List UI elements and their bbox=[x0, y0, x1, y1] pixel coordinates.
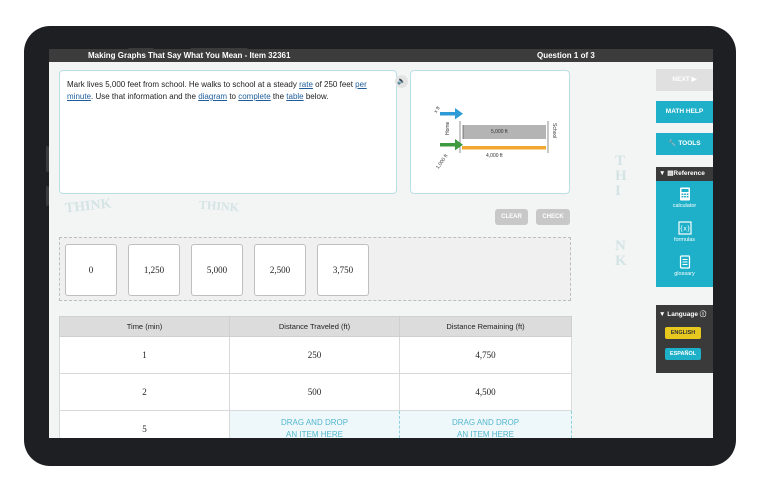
green-arrow-head bbox=[455, 139, 463, 151]
table-cell: 4,750 bbox=[399, 336, 572, 374]
table-cell: 4,500 bbox=[399, 373, 572, 411]
home-label: Home bbox=[445, 121, 451, 135]
table-row: 5 DRAG AND DROP AN ITEM HERE DRAG AND DRO… bbox=[59, 410, 572, 438]
table-cell: 250 bbox=[229, 336, 400, 374]
calculator-label: calculator bbox=[672, 203, 697, 209]
question-counter: Question 1 of 3 bbox=[537, 51, 595, 60]
diagram-panel: 5,000 ft 4,000 ft Home School x ft 1,000… bbox=[410, 70, 570, 194]
reference-panel: ▼ ▤Reference calculator {x} formulas glo… bbox=[656, 167, 713, 287]
sidebar: NEXT ▶ MATH HELP 🔧 TOOLS ▼ ▤Reference ca… bbox=[651, 49, 713, 438]
language-header[interactable]: ▼ Language ⓘ bbox=[659, 308, 706, 318]
speaker-icon[interactable]: 🔈 bbox=[395, 75, 408, 88]
school-label: School bbox=[551, 123, 557, 139]
answer-tile[interactable]: 5,000 bbox=[191, 244, 243, 296]
drop-zone-text: DRAG AND DROP bbox=[280, 418, 349, 427]
blue-arrow-head bbox=[455, 108, 463, 120]
clear-button[interactable]: CLEAR bbox=[495, 209, 528, 225]
orange-bar-label: 4,000 ft bbox=[486, 153, 503, 159]
formulas-tool[interactable]: {x} formulas bbox=[656, 221, 713, 243]
answer-tile[interactable]: 1,250 bbox=[128, 244, 180, 296]
glossary-link-diagram[interactable]: diagram bbox=[198, 92, 227, 101]
next-button[interactable]: NEXT ▶ bbox=[656, 69, 713, 91]
english-button[interactable]: ENGLISH bbox=[665, 327, 701, 339]
drop-zone-text: AN ITEM HERE bbox=[286, 430, 343, 438]
question-text-segment: below. bbox=[303, 92, 329, 101]
question-panel: Mark lives 5,000 feet from school. He wa… bbox=[59, 70, 408, 194]
screen: Making Graphs That Say What You Mean - I… bbox=[49, 49, 713, 438]
check-button[interactable]: CHECK bbox=[536, 209, 570, 225]
orange-distance-bar bbox=[462, 146, 546, 150]
drop-zone[interactable]: DRAG AND DROP AN ITEM HERE bbox=[399, 410, 572, 438]
column-header: Distance Remaining (ft) bbox=[399, 316, 572, 337]
answer-tile[interactable]: 2,500 bbox=[254, 244, 306, 296]
answer-tile[interactable]: 0 bbox=[65, 244, 117, 296]
table-row: 1 250 4,750 bbox=[59, 336, 572, 374]
column-header: Distance Traveled (ft) bbox=[229, 316, 400, 337]
watermark-text: NK bbox=[615, 238, 627, 269]
distance-table: Time (min) Distance Traveled (ft) Distan… bbox=[59, 316, 572, 438]
glossary-link-table[interactable]: table bbox=[286, 92, 303, 101]
glossary-link-per[interactable]: per bbox=[355, 80, 367, 89]
tools-button[interactable]: 🔧 TOOLS bbox=[656, 133, 713, 155]
question-text-segment: Mark lives 5,000 feet from school. He wa… bbox=[67, 80, 300, 89]
reference-title: Reference bbox=[673, 170, 705, 177]
calculator-icon bbox=[679, 187, 690, 201]
glossary-icon bbox=[679, 255, 690, 269]
distance-diagram bbox=[440, 108, 549, 153]
table-cell: 2 bbox=[59, 373, 230, 411]
answer-tray: 0 1,250 5,000 2,500 3,750 bbox=[59, 237, 571, 301]
question-text: Mark lives 5,000 feet from school. He wa… bbox=[67, 79, 385, 103]
table-row: 2 500 4,500 bbox=[59, 373, 572, 411]
info-icon[interactable]: ⓘ bbox=[700, 311, 707, 318]
collapse-triangle-icon: ▼ bbox=[659, 311, 666, 318]
reference-header[interactable]: ▼ ▤Reference bbox=[656, 167, 713, 181]
calculator-tool[interactable]: calculator bbox=[656, 187, 713, 209]
table-cell: 1 bbox=[59, 336, 230, 374]
watermark-text: THINK bbox=[198, 197, 240, 215]
collapse-triangle-icon: ▼ bbox=[659, 170, 666, 177]
glossary-link-minute[interactable]: minute bbox=[67, 92, 91, 101]
drop-zone-text: DRAG AND DROP bbox=[451, 418, 520, 427]
watermark-text: THINK bbox=[64, 196, 113, 217]
question-text-segment: . Use that information and the bbox=[91, 92, 199, 101]
blue-arrow-shaft bbox=[440, 112, 455, 116]
glossary-label: glossary bbox=[674, 271, 695, 277]
math-help-button[interactable]: MATH HELP bbox=[656, 101, 713, 123]
tools-label: TOOLS bbox=[678, 140, 701, 147]
drop-zone-text: AN ITEM HERE bbox=[457, 430, 514, 438]
table-cell: 500 bbox=[229, 373, 400, 411]
question-text-segment: of 250 feet bbox=[312, 80, 356, 89]
question-text-segment: to bbox=[227, 92, 239, 101]
language-panel: ▼ Language ⓘ ENGLISH ESPAÑOL bbox=[656, 305, 713, 373]
svg-text:{x}: {x} bbox=[679, 226, 690, 233]
page-title: Making Graphs That Say What You Mean - I… bbox=[88, 51, 291, 60]
glossary-tool[interactable]: glossary bbox=[656, 255, 713, 277]
glossary-link-rate[interactable]: rate bbox=[299, 80, 313, 89]
formula-icon: {x} bbox=[677, 221, 692, 235]
watermark-text: THI bbox=[615, 153, 627, 199]
espanol-button[interactable]: ESPAÑOL bbox=[665, 348, 701, 360]
drop-zone[interactable]: DRAG AND DROP AN ITEM HERE bbox=[229, 410, 400, 438]
column-header: Time (min) bbox=[59, 316, 230, 337]
table-cell: 5 bbox=[59, 410, 230, 438]
formulas-label: formulas bbox=[673, 237, 696, 243]
question-text-segment: the bbox=[270, 92, 287, 101]
title-bar: Making Graphs That Say What You Mean - I… bbox=[49, 49, 713, 62]
green-arrow-shaft bbox=[440, 143, 455, 147]
gray-bar-label: 5,000 ft bbox=[491, 129, 508, 135]
glossary-link-complete[interactable]: complete bbox=[238, 92, 270, 101]
table-header-row: Time (min) Distance Traveled (ft) Distan… bbox=[59, 316, 572, 337]
wrench-icon: 🔧 bbox=[668, 140, 677, 147]
answer-tile[interactable]: 3,750 bbox=[317, 244, 369, 296]
language-title: Language bbox=[667, 311, 698, 318]
